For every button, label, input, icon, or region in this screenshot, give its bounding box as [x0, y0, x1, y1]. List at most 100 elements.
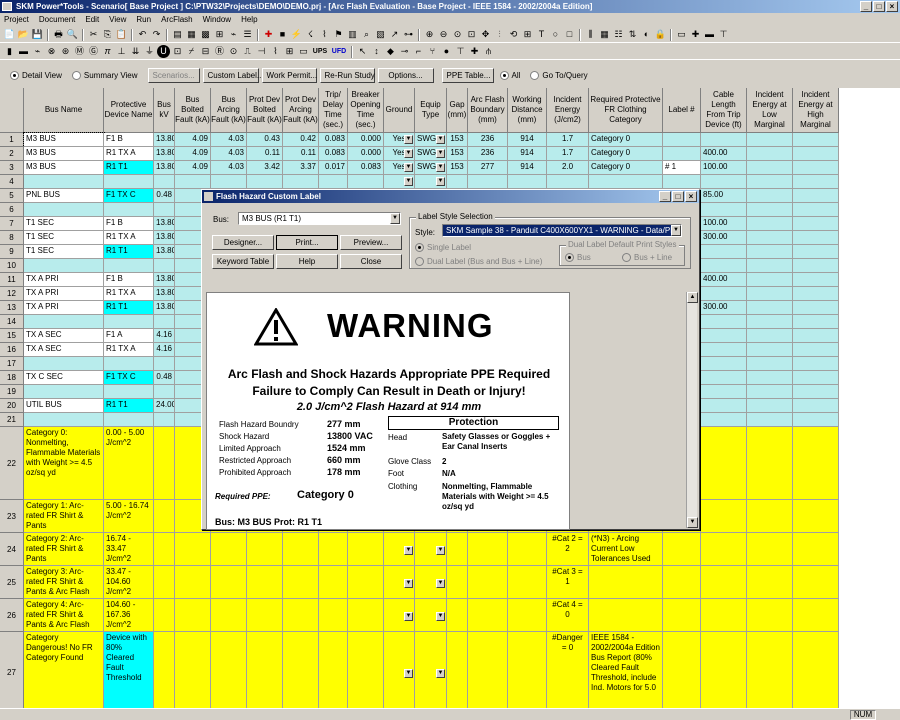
grid-cell[interactable]: Category 4: Arc-rated FR Shirt & Pants &…: [24, 599, 104, 632]
grid-cell[interactable]: 914: [508, 147, 547, 161]
grid-cell[interactable]: [589, 175, 663, 189]
grid-cell[interactable]: F1 B: [104, 133, 154, 147]
menu-window[interactable]: Window: [203, 15, 231, 24]
row-header[interactable]: 10: [0, 259, 24, 273]
grid-cell[interactable]: [747, 133, 793, 147]
menu-view[interactable]: View: [109, 15, 126, 24]
grid-cell[interactable]: 0.11: [283, 147, 319, 161]
row-header[interactable]: 18: [0, 371, 24, 385]
grid-cell[interactable]: [701, 203, 747, 217]
grid-cell[interactable]: [793, 632, 839, 708]
grid-cell[interactable]: [211, 599, 247, 632]
grid-cell[interactable]: Category 1: Arc-rated FR Shirt & Pants: [24, 500, 104, 533]
dialog-minimize-button[interactable]: _: [659, 191, 671, 202]
grid-cell[interactable]: [701, 175, 747, 189]
sheet-icon[interactable]: ▭: [675, 28, 688, 41]
grid-cell[interactable]: Category 0: Nonmelting, Flammable Materi…: [24, 427, 104, 500]
grid-cell[interactable]: UTIL BUS: [24, 399, 104, 413]
print-button[interactable]: Print...: [276, 235, 338, 250]
grid-cell[interactable]: [211, 533, 247, 566]
grid-cell[interactable]: [793, 599, 839, 632]
grid-cell[interactable]: [24, 175, 104, 189]
grid-cell[interactable]: 914: [508, 161, 547, 175]
grid-cell[interactable]: [793, 273, 839, 287]
grid-cell[interactable]: [175, 533, 211, 566]
grid-cell[interactable]: 4.03: [211, 161, 247, 175]
grid-cell[interactable]: 3.42: [247, 161, 283, 175]
redo-icon[interactable]: ↷: [150, 28, 163, 41]
row-header[interactable]: 14: [0, 315, 24, 329]
grid-cell[interactable]: F1 TX C: [104, 371, 154, 385]
grid-cell[interactable]: [175, 175, 211, 189]
row-header[interactable]: 12: [0, 287, 24, 301]
grid-cell[interactable]: 4.03: [211, 133, 247, 147]
meter-icon[interactable]: ⎍: [241, 45, 254, 58]
menu-help[interactable]: Help: [241, 15, 257, 24]
grid-cell[interactable]: [747, 413, 793, 427]
bus-line-default-radio[interactable]: Bus + Line: [622, 253, 672, 262]
chevron-down-icon[interactable]: ▼: [404, 163, 413, 172]
grid-cell[interactable]: [319, 175, 348, 189]
row-header[interactable]: 19: [0, 385, 24, 399]
grid-cell[interactable]: [104, 203, 154, 217]
row-header[interactable]: 20: [0, 399, 24, 413]
grid-cell[interactable]: 4.16: [154, 343, 175, 357]
grid-cell[interactable]: Category 3: Arc-rated FR Shirt & Pants &…: [24, 566, 104, 599]
grid-cell[interactable]: [747, 599, 793, 632]
grid-cell[interactable]: [701, 259, 747, 273]
grid-cell[interactable]: 4.09: [175, 147, 211, 161]
grid-cell[interactable]: IEEE 1584 - 2002/2004a Edition Bus Repor…: [589, 632, 663, 708]
grid-cell[interactable]: [701, 427, 747, 500]
scenarios-button[interactable]: Scenarios...: [147, 67, 200, 83]
grid-snap-icon[interactable]: ⊞: [521, 28, 534, 41]
point-icon[interactable]: ●: [440, 45, 453, 58]
column-header[interactable]: Breaker Opening Time (sec.): [348, 88, 384, 133]
fault-icon[interactable]: ⚡: [290, 28, 303, 41]
grid-cell[interactable]: #Cat 2 = 2: [547, 533, 589, 566]
close-window-button[interactable]: ×: [886, 1, 898, 12]
grid-cell[interactable]: [319, 632, 348, 708]
colors-icon[interactable]: ◐: [640, 28, 653, 41]
grid-cell[interactable]: Category 0: [589, 161, 663, 175]
gen-icon[interactable]: Ⓖ: [87, 45, 100, 58]
row-header[interactable]: 4: [0, 175, 24, 189]
dialog-maximize-button[interactable]: □: [672, 191, 684, 202]
grid-cell[interactable]: [747, 259, 793, 273]
summary-view-radio[interactable]: Summary View: [71, 70, 138, 80]
menu-edit[interactable]: Edit: [85, 15, 99, 24]
grid-cell[interactable]: Category Dangerous! No FR Category Found: [24, 632, 104, 708]
chevron-down-icon[interactable]: ▼: [404, 177, 413, 186]
style-select[interactable]: SKM Sample 38 - Panduit C400X600YX1 - WA…: [442, 224, 682, 237]
grid-cell[interactable]: [447, 599, 468, 632]
grid-cell[interactable]: [104, 385, 154, 399]
grid-cell[interactable]: M3 BUS: [24, 147, 104, 161]
grid-cell[interactable]: [247, 533, 283, 566]
rerun-study-button[interactable]: Re-Run Study: [319, 67, 375, 83]
hierarchy-icon[interactable]: ⊤: [717, 28, 730, 41]
grid-cell[interactable]: [747, 427, 793, 500]
grid-cell[interactable]: [747, 189, 793, 203]
column-header[interactable]: Working Distance (mm): [508, 88, 547, 133]
grid-cell[interactable]: [24, 259, 104, 273]
motor-icon[interactable]: Ⓜ: [73, 45, 86, 58]
grid-cell[interactable]: [154, 385, 175, 399]
menu-project[interactable]: Project: [4, 15, 29, 24]
grid-cell[interactable]: [793, 203, 839, 217]
paste-icon[interactable]: 📋: [115, 28, 128, 41]
grid-cell[interactable]: [793, 189, 839, 203]
grid-cell[interactable]: [508, 175, 547, 189]
grid-cell[interactable]: [447, 632, 468, 708]
arrow-icon[interactable]: ↗: [388, 28, 401, 41]
row-header[interactable]: 3: [0, 161, 24, 175]
work-permit-button[interactable]: Work Permit...: [261, 67, 317, 83]
grid-cell[interactable]: TX A PRI: [24, 287, 104, 301]
grid-cell[interactable]: 0.000: [348, 133, 384, 147]
align-icon[interactable]: ⫶: [493, 28, 506, 41]
grid-cell[interactable]: [793, 133, 839, 147]
filter-icon[interactable]: ⌇: [269, 45, 282, 58]
row-header[interactable]: 11: [0, 273, 24, 287]
grid-cell[interactable]: [663, 147, 701, 161]
chevron-down-icon[interactable]: ▼: [436, 578, 445, 588]
grid-cell[interactable]: 5.00 - 16.74 J/cm^2: [104, 500, 154, 533]
column-header[interactable]: Equip Type: [415, 88, 447, 133]
